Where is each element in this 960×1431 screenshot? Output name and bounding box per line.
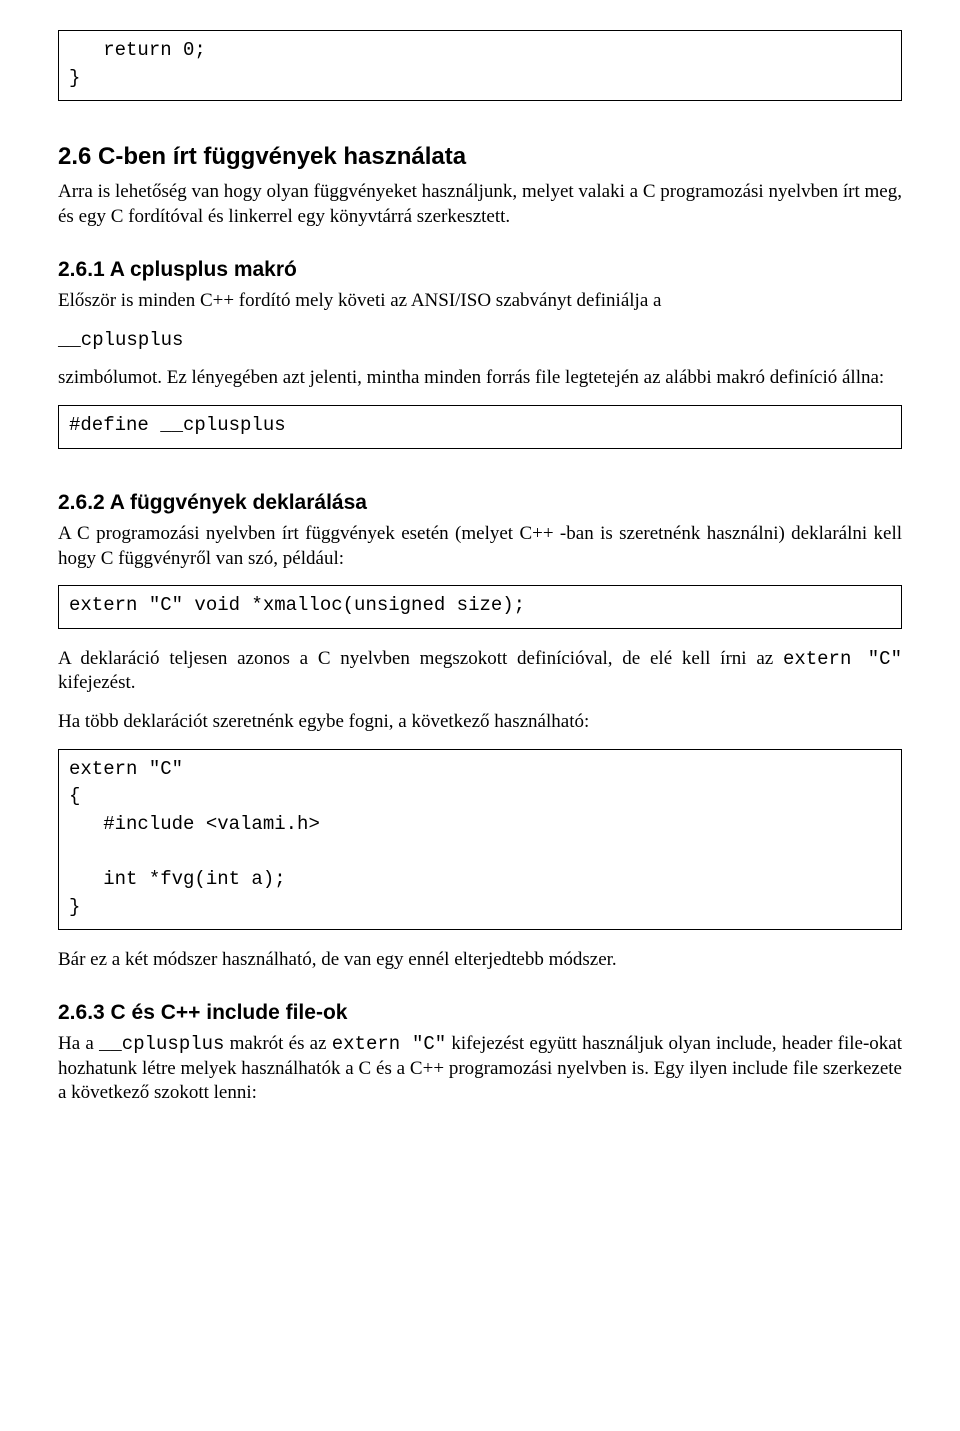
code-block-define: #define __cplusplus	[58, 405, 902, 449]
para-2-6-3-a: Ha a	[58, 1033, 99, 1054]
cplusplus-symbol: __cplusplus	[58, 328, 902, 353]
para-2-6-3: Ha a __cplusplus makrót és az extern "C"…	[58, 1032, 902, 1106]
para-2-6-1-intro: Először is minden C++ fordító mely követ…	[58, 289, 902, 314]
para-2-6-2-multi: Ha több deklarációt szeretnénk egybe fog…	[58, 710, 902, 735]
para-2-6-2-decl-a: A deklaráció teljesen azonos a C nyelvbe…	[58, 648, 783, 669]
extern-c-inline: extern "C"	[783, 648, 902, 670]
heading-2-6-3: 2.6.3 C és C++ include file-ok	[58, 999, 902, 1026]
code-block-return: return 0; }	[58, 30, 902, 101]
para-2-6-3-b: makrót és az	[224, 1033, 331, 1054]
heading-2-6: 2.6 C-ben írt függvények használata	[58, 141, 902, 172]
code-block-extern-xmalloc: extern "C" void *xmalloc(unsigned size);	[58, 585, 902, 629]
code-block-extern-block: extern "C" { #include <valami.h> int *fv…	[58, 749, 902, 930]
heading-2-6-2: 2.6.2 A függvények deklarálása	[58, 489, 902, 516]
para-2-6-2-intro: A C programozási nyelvben írt függvények…	[58, 522, 902, 571]
para-2-6-2-decl: A deklaráció teljesen azonos a C nyelvbe…	[58, 647, 902, 696]
para-2-6-2-decl-b: kifejezést.	[58, 672, 136, 693]
para-2-6: Arra is lehetőség van hogy olyan függvén…	[58, 180, 902, 229]
heading-2-6-1: 2.6.1 A cplusplus makró	[58, 256, 902, 283]
para-2-6-2-outro: Bár ez a két módszer használható, de van…	[58, 948, 902, 973]
para-2-6-1-symbol: szimbólumot. Ez lényegében azt jelenti, …	[58, 366, 902, 391]
extern-c-inline-2: extern "C"	[332, 1033, 446, 1055]
cplusplus-inline: __cplusplus	[99, 1033, 224, 1055]
